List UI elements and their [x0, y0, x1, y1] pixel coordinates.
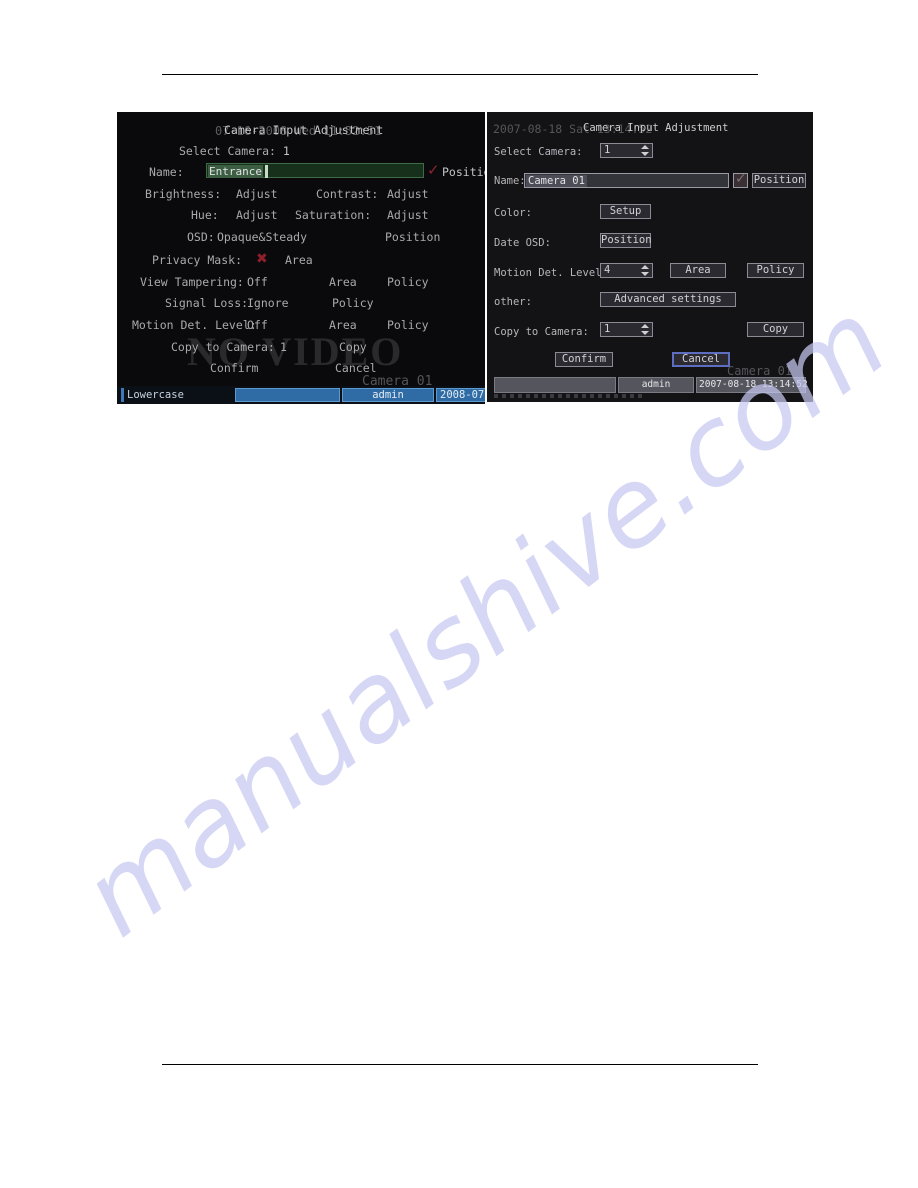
left-copy-button[interactable]: Copy	[339, 340, 367, 354]
left-status-blank-segment	[235, 388, 340, 402]
left-privacy-mask-area-button: Area	[285, 253, 313, 267]
page-footer-rule	[162, 1064, 758, 1065]
check-icon: ✓	[735, 171, 747, 187]
left-name-input[interactable]: Entrance	[206, 163, 424, 178]
left-brightness-label: Brightness:	[145, 187, 222, 201]
left-view-tampering-policy-button: Policy	[387, 275, 429, 289]
left-privacy-mask-label: Privacy Mask:	[152, 253, 243, 267]
right-copy-to-camera-value: 1	[604, 323, 611, 335]
left-select-camera-value[interactable]: 1	[283, 144, 290, 158]
left-motion-area-button: Area	[329, 318, 357, 332]
left-select-camera-row[interactable]: Select Camera: 1	[179, 144, 290, 158]
right-motion-level-label: Motion Det. Level:	[494, 267, 608, 279]
right-name-input[interactable]: Camera 01	[524, 173, 729, 188]
spinner-arrows-icon[interactable]	[640, 145, 649, 156]
spinner-arrows-icon[interactable]	[640, 324, 649, 335]
right-osd-camera-label: Camera 01	[727, 364, 793, 378]
left-name-input-value: Entrance	[208, 165, 263, 178]
left-hue-label: Hue:	[191, 208, 219, 222]
left-status-datetime: 2008-07-16 11:32:32	[436, 388, 485, 402]
left-privacy-mask-x-icon[interactable]: ✖	[256, 252, 268, 266]
right-advanced-settings-button[interactable]: Advanced settings	[600, 292, 736, 307]
right-date-osd-label: Date OSD:	[494, 237, 551, 249]
left-brightness-adjust-button[interactable]: Adjust	[236, 187, 278, 201]
right-copy-to-camera-label: Copy to Camera:	[494, 326, 589, 338]
right-status-strip	[494, 394, 644, 398]
left-dialog-title: Camera Input Adjustment	[224, 123, 384, 137]
left-saturation-adjust-button[interactable]: Adjust	[387, 208, 429, 222]
right-confirm-button[interactable]: Confirm	[555, 352, 613, 367]
spinner-arrows-icon[interactable]	[640, 265, 649, 276]
right-other-label: other:	[494, 296, 532, 308]
left-name-position-button[interactable]: Position	[442, 165, 485, 179]
right-select-camera-label: Select Camera:	[494, 146, 583, 158]
right-status-bar: admin 2007-08-18 13:14:52	[487, 377, 813, 398]
right-color-setup-button[interactable]: Setup	[600, 204, 651, 219]
left-status-caret	[121, 388, 124, 402]
left-osd-label: OSD:	[187, 230, 215, 244]
left-confirm-button[interactable]: Confirm	[210, 361, 258, 375]
right-copy-to-camera-spinner[interactable]: 1	[600, 322, 653, 337]
right-motion-level-value: 4	[604, 264, 611, 276]
left-dvr-screen: NO VIDEO 07-16-2008 Wed 11:52:51 Camera …	[117, 112, 485, 404]
right-motion-area-button[interactable]: Area	[670, 263, 726, 278]
left-signal-loss-policy-button: Policy	[332, 296, 374, 310]
right-dialog-title: Camera Input Adjustment	[583, 122, 729, 134]
left-hue-adjust-button[interactable]: Adjust	[236, 208, 278, 222]
right-select-camera-spinner[interactable]: 1	[600, 143, 653, 158]
left-status-bar: Lowercase admin 2008-07-16 11:32:32	[117, 386, 485, 404]
left-view-tampering-value[interactable]: Off	[247, 275, 268, 289]
left-motion-level-value[interactable]: Off	[247, 318, 268, 332]
left-signal-loss-label: Signal Loss:	[165, 296, 249, 310]
right-name-label: Name:	[494, 175, 526, 187]
left-name-position-label: Position	[442, 165, 485, 179]
right-cancel-button[interactable]: Cancel	[672, 352, 730, 367]
right-select-camera-value: 1	[604, 144, 611, 156]
right-name-enable-checkbox[interactable]: ✓	[733, 171, 748, 188]
right-copy-button[interactable]: Copy	[747, 322, 804, 337]
left-view-tampering-label: View Tampering:	[140, 275, 244, 289]
right-name-position-button[interactable]: Position	[752, 173, 806, 188]
left-status-user: admin	[342, 388, 434, 402]
left-copy-to-camera-label: Copy to Camera:	[171, 340, 275, 354]
left-osd-position-button[interactable]: Position	[385, 230, 440, 244]
left-contrast-label: Contrast:	[316, 187, 379, 201]
right-status-blank-segment	[494, 377, 616, 393]
right-motion-level-spinner[interactable]: 4	[600, 263, 653, 278]
left-name-enable-check-icon[interactable]: ✓	[427, 163, 440, 178]
left-contrast-adjust-button[interactable]: Adjust	[387, 187, 429, 201]
right-status-user: admin	[618, 377, 694, 393]
left-signal-loss-value[interactable]: Ignore	[247, 296, 289, 310]
left-cancel-button[interactable]: Cancel	[335, 361, 377, 375]
right-motion-policy-button[interactable]: Policy	[747, 263, 804, 278]
right-date-osd-position-button[interactable]: Position	[600, 233, 652, 248]
left-name-label-text: Name:	[149, 165, 184, 179]
left-select-camera-label: Select Camera:	[179, 144, 276, 158]
page-header-rule	[162, 74, 758, 75]
left-motion-level-label: Motion Det. Level:	[132, 318, 257, 332]
left-name-label: Name:	[149, 165, 184, 179]
right-status-datetime: 2007-08-18 13:14:52	[696, 377, 808, 393]
right-name-input-value: Camera 01	[526, 175, 587, 187]
left-motion-policy-button: Policy	[387, 318, 429, 332]
right-color-label: Color:	[494, 207, 532, 219]
left-copy-to-camera-value[interactable]: 1	[280, 340, 287, 354]
left-name-input-caret	[265, 165, 268, 178]
right-dvr-screen: 2007-08-18 Sat 13:14:52 Camera Input Adj…	[487, 112, 813, 402]
left-status-ime-mode[interactable]: Lowercase	[127, 389, 184, 401]
left-osd-mode-value[interactable]: Opaque&Steady	[217, 230, 307, 244]
left-saturation-label: Saturation:	[295, 208, 372, 222]
left-view-tampering-area-button: Area	[329, 275, 357, 289]
